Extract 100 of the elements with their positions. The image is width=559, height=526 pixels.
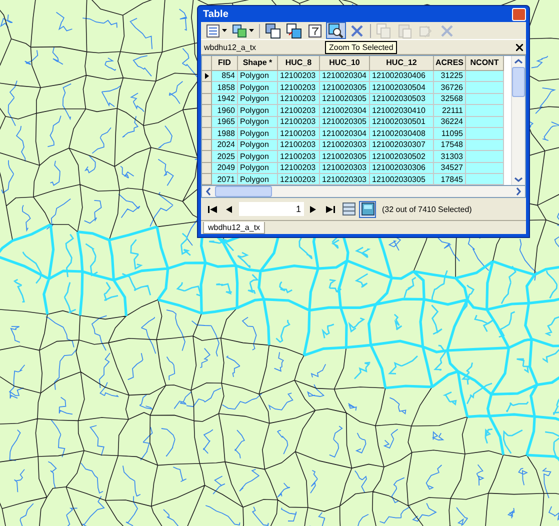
table-cell: 121002030307 [372, 140, 426, 150]
table-cell: 12100203 [280, 128, 316, 138]
table-cell: Polygon [240, 128, 269, 138]
table-cell: 12100203 [280, 140, 316, 150]
table-cell: 11095 [441, 128, 463, 138]
table-cell: 36726 [440, 82, 463, 92]
table-cell: 12100203 [280, 94, 316, 104]
table-cell: 1210020305 [322, 82, 366, 92]
column-header[interactable]: HUC_8 [278, 56, 320, 71]
table-cell: 1210020305 [322, 94, 366, 104]
table-cell: 121002030503 [372, 94, 426, 104]
table-cell: 1210020303 [322, 163, 366, 172]
current-row-icon [204, 72, 208, 79]
close-button[interactable] [512, 8, 526, 20]
table-cell: 1858 [217, 82, 235, 92]
table-cell: 121002030502 [372, 152, 426, 161]
table-cell: 1210020303 [322, 174, 366, 184]
select-by-attributes-button[interactable] [263, 22, 283, 40]
table-cell: 1960 [217, 106, 235, 115]
close-icon[interactable] [516, 44, 523, 51]
table-row[interactable]: 2024 Polygon 12100203 1210020303 121002030307 17548 [202, 140, 511, 152]
table-cell: 34527 [440, 163, 463, 172]
table-cell: Polygon [240, 117, 269, 126]
previous-record-icon [225, 206, 234, 212]
column-header[interactable]: NCONT [466, 56, 504, 71]
column-header[interactable]: HUC_10 [320, 56, 370, 71]
last-record-icon [326, 206, 335, 212]
table-cell: 121002030501 [372, 117, 426, 126]
tooltip: Zoom To Selected [325, 41, 398, 54]
table-cell: 1210020303 [322, 140, 366, 150]
column-header[interactable]: HUC_12 [370, 56, 434, 71]
table-cell: 12100203 [280, 82, 316, 92]
vertical-scrollbar[interactable] [511, 56, 525, 186]
related-tables-button[interactable] [230, 22, 256, 40]
table-cell: 1210020304 [322, 71, 366, 80]
paste-icon [397, 22, 413, 39]
table-cell: 854 [222, 71, 235, 80]
table-cell: 121002030504 [372, 82, 426, 92]
window-title: Table [203, 8, 228, 20]
table-cell: 17548 [440, 140, 463, 150]
table-cell: 31225 [440, 71, 463, 80]
column-header[interactable]: FID [212, 56, 238, 71]
table-row[interactable]: 2049 Polygon 12100203 1210020303 121002030306 34527 [202, 162, 511, 174]
table-cell: 12100203 [280, 71, 316, 80]
table-cell: 1210020305 [322, 117, 366, 126]
table-rows-icon [342, 202, 356, 216]
delete-icon [439, 22, 455, 39]
table-cell: Polygon [240, 82, 269, 92]
table-cell: Polygon [240, 152, 269, 161]
table-cell: 121002030305 [372, 174, 426, 184]
show-all-records-button[interactable] [340, 200, 357, 218]
table-row[interactable]: 1960 Polygon 12100203 1210020304 121002030410 22111 [202, 105, 511, 117]
table-row[interactable]: 2071 Polygon 12100203 1210020303 121002030305 17845 [202, 174, 511, 186]
delete-icon [349, 22, 365, 39]
switch-selection-button[interactable] [284, 22, 304, 40]
zoom-to-selected-button[interactable] [326, 22, 346, 40]
next-record-icon [309, 206, 318, 212]
dropdown-arrow-icon [249, 29, 254, 32]
table-cell: 2049 [217, 163, 235, 172]
table-cell: 1988 [217, 128, 235, 138]
first-record-icon [208, 206, 217, 212]
table-cell: 2025 [217, 152, 235, 161]
table-cell: 121002030306 [372, 163, 426, 172]
table-cell: 17845 [440, 174, 463, 184]
row-selector[interactable] [202, 70, 212, 82]
table-row[interactable]: 1858 Polygon 12100203 1210020305 121002030504 36726 [202, 82, 511, 94]
table-cell: Polygon [240, 106, 269, 115]
table-cell: Polygon [240, 174, 269, 184]
table-highlight-icon [360, 202, 374, 216]
horizontal-scrollbar[interactable] [201, 186, 526, 198]
table-cell: 32568 [440, 94, 463, 104]
table-cell: 1210020305 [322, 152, 366, 161]
table-cell: 36224 [440, 117, 463, 126]
table-row[interactable]: 1965 Polygon 12100203 1210020305 121002030501 36224 [202, 116, 511, 128]
dropdown-arrow-icon [222, 29, 227, 32]
table-cell: 2071 [217, 174, 235, 184]
table-cell: Polygon [240, 163, 269, 172]
table-tab[interactable]: wbdhu12_a_tx [203, 222, 266, 234]
table-cell: Polygon [240, 71, 269, 80]
table-row[interactable]: 1942 Polygon 12100203 1210020305 121002030503 32568 [202, 94, 511, 106]
table-row[interactable]: 1988 Polygon 12100203 1210020304 121002030408 11095 [202, 128, 511, 140]
table-row[interactable]: 854 Polygon 12100203 1210020304 121002030406 31225 [202, 70, 511, 82]
table-cell: 1210020304 [322, 106, 366, 115]
table-cell: Polygon [240, 140, 269, 150]
table-cell: 12100203 [280, 163, 316, 172]
table-cell: 1965 [217, 117, 235, 126]
column-header[interactable]: Shape * [238, 56, 278, 71]
table-cell: Polygon [240, 94, 269, 104]
scroll-thumb[interactable] [215, 186, 272, 198]
table-cell: 1210020304 [322, 128, 366, 138]
show-selected-records-button[interactable] [359, 200, 376, 218]
record-number-field[interactable]: 1 [239, 202, 304, 216]
column-header[interactable]: ACRES [434, 56, 466, 71]
table-cell: 121002030406 [372, 71, 426, 80]
table-cell: 121002030408 [372, 128, 426, 138]
copy-icon [376, 22, 392, 39]
table-cell: 2024 [217, 140, 235, 150]
table-cell: 22111 [442, 106, 463, 115]
scroll-thumb[interactable] [512, 66, 525, 97]
table-row[interactable]: 2025 Polygon 12100203 1210020305 121002030502 31303 [202, 151, 511, 162]
